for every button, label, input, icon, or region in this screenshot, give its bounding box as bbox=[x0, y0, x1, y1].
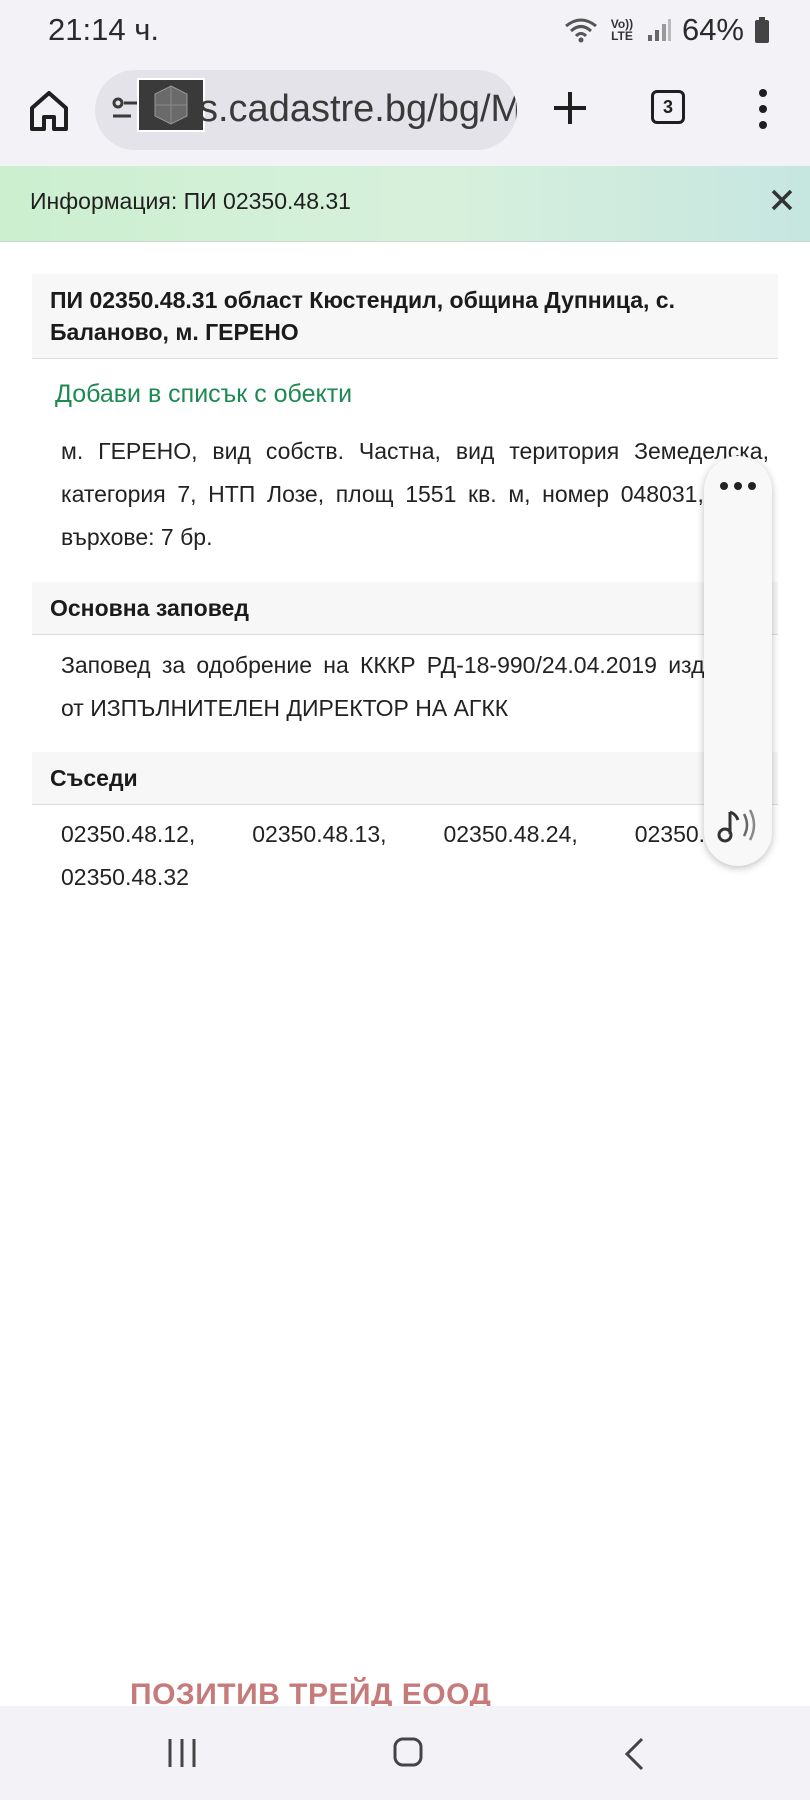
property-title: ПИ 02350.48.31 област Кюстендил, община … bbox=[32, 274, 778, 359]
status-bar: 21:14 ч. Vo)) LTE 64% bbox=[0, 0, 810, 62]
more-horizontal-icon[interactable] bbox=[718, 478, 758, 494]
close-icon[interactable] bbox=[768, 186, 796, 214]
read-aloud-icon[interactable] bbox=[716, 804, 762, 846]
home-icon[interactable] bbox=[26, 88, 72, 134]
info-banner: Информация: ПИ 02350.48.31 bbox=[0, 166, 810, 242]
status-icons: Vo)) LTE 64% bbox=[564, 12, 770, 48]
signal-icon bbox=[647, 19, 671, 41]
url-text[interactable]: s.cadastre.bg/bg/M bbox=[199, 88, 517, 131]
url-bar[interactable]: s.cadastre.bg/bg/M bbox=[95, 70, 517, 150]
more-vertical-icon[interactable] bbox=[748, 86, 778, 132]
order-text: Заповед за одобрение на КККР РД-18-990/2… bbox=[61, 652, 769, 721]
wifi-icon bbox=[565, 18, 597, 43]
site-thumbnail bbox=[137, 78, 205, 132]
tab-switcher-button[interactable]: 3 bbox=[651, 90, 685, 124]
battery-icon bbox=[755, 17, 769, 43]
battery-percent: 64% bbox=[681, 12, 744, 47]
recents-icon[interactable] bbox=[166, 1736, 198, 1770]
browser-toolbar: s.cadastre.bg/bg/M 3 bbox=[0, 62, 810, 166]
read-aloud-panel[interactable] bbox=[704, 456, 772, 866]
status-time: 21:14 ч. bbox=[48, 12, 159, 47]
building-icon bbox=[154, 85, 188, 125]
add-to-list-link[interactable]: Добави в списък с обекти bbox=[55, 380, 352, 409]
order-heading: Основна заповед bbox=[32, 582, 778, 635]
lte-indicator: Vo)) LTE bbox=[610, 17, 634, 43]
nav-home-icon[interactable] bbox=[392, 1736, 424, 1768]
neighbors-list: 02350.48.12, 02350.48.13, 02350.48.24, 0… bbox=[61, 821, 769, 890]
property-description: м. ГЕРЕНО, вид собств. Частна, вид терит… bbox=[61, 438, 769, 550]
info-banner-text: Информация: ПИ 02350.48.31 bbox=[30, 188, 351, 214]
neighbors-heading: Съседи bbox=[32, 752, 778, 805]
plus-icon[interactable] bbox=[548, 86, 592, 130]
back-icon[interactable] bbox=[622, 1736, 648, 1772]
system-nav-bar bbox=[0, 1706, 810, 1800]
